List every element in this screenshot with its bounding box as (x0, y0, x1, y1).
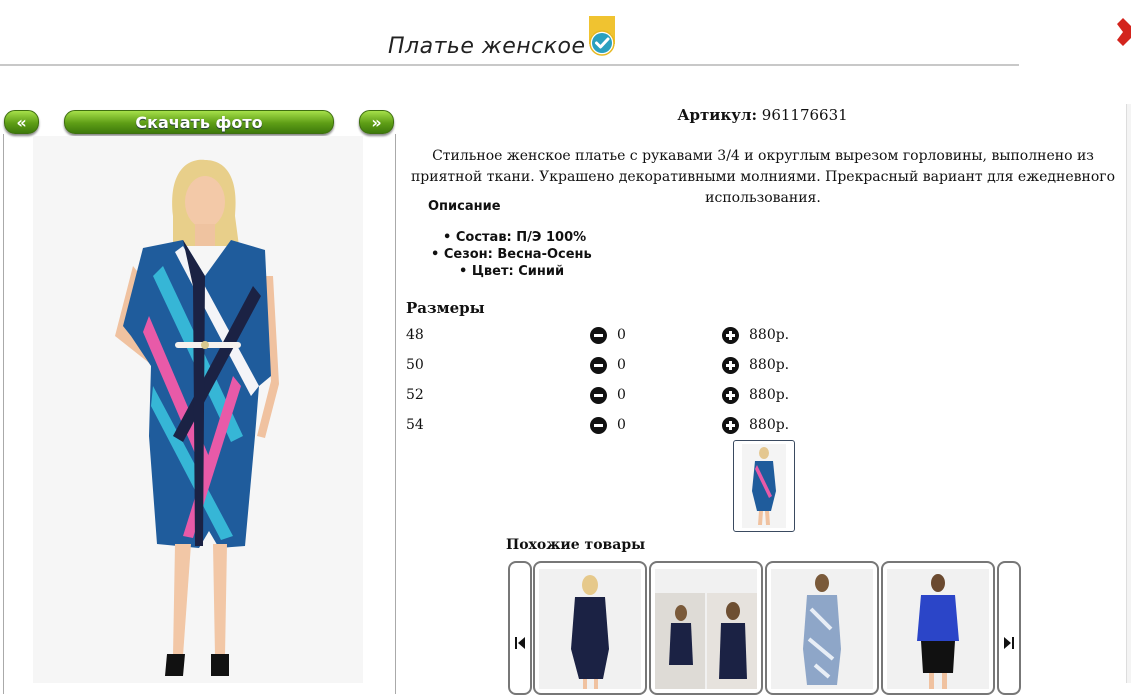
size-row: 54 0 880р. (406, 415, 826, 435)
skip-forward-icon (1004, 637, 1014, 649)
download-photo-button[interactable]: Скачать фото (64, 110, 334, 134)
price-value: 880р. (749, 387, 790, 403)
minus-icon[interactable] (590, 327, 607, 344)
page-title: Платье женское (388, 34, 586, 59)
product-description: Стильное женское платье с рукавами 3/4 и… (410, 148, 1116, 206)
property-season: Сезон: Весна-Осень (443, 247, 592, 262)
sizes-heading: Размеры (406, 299, 485, 317)
plus-icon[interactable] (722, 417, 739, 434)
similar-product-card[interactable] (765, 561, 879, 695)
plus-icon[interactable] (722, 327, 739, 344)
sku-label: Артикул: (677, 106, 757, 124)
quantity-value: 0 (617, 417, 626, 433)
property-color: Цвет: Синий (471, 264, 565, 279)
plus-icon[interactable] (722, 357, 739, 374)
size-row: 48 0 880р. (406, 325, 826, 345)
size-row: 52 0 880р. (406, 385, 826, 405)
similar-product-card[interactable] (649, 561, 763, 695)
similar-products-heading: Похожие товары (506, 537, 646, 553)
property-item: • Цвет: Синий (459, 264, 564, 279)
carousel-next-button[interactable] (997, 561, 1021, 695)
description-heading: Описание (428, 199, 501, 214)
quantity-value: 0 (617, 327, 626, 343)
close-icon[interactable] (1117, 16, 1131, 46)
sku-line: Артикул: 961176631 (406, 106, 1119, 124)
scrollbar[interactable] (1126, 104, 1131, 683)
property-item: • Состав: П/Э 100% (443, 230, 586, 245)
quantity-value: 0 (617, 387, 626, 403)
header-divider (0, 64, 1019, 66)
price-value: 880р. (749, 327, 790, 343)
plus-icon[interactable] (722, 387, 739, 404)
quantity-value: 0 (617, 357, 626, 373)
similar-product-card[interactable] (881, 561, 995, 695)
bullet: • (459, 264, 468, 279)
prev-photo-button[interactable]: « (4, 110, 39, 134)
skip-back-icon (515, 637, 525, 649)
similar-product-image (539, 569, 641, 689)
price-value: 880р. (749, 357, 790, 373)
size-row: 50 0 880р. (406, 355, 826, 375)
carousel-prev-button[interactable] (508, 561, 532, 695)
price-value: 880р. (749, 417, 790, 433)
next-photo-button[interactable]: » (359, 110, 394, 134)
similar-product-image (655, 569, 757, 689)
property-item: • Сезон: Весна-Осень (431, 247, 592, 262)
size-label: 52 (406, 387, 424, 403)
minus-icon[interactable] (590, 417, 607, 434)
size-label: 48 (406, 327, 424, 343)
size-label: 50 (406, 357, 424, 373)
bullet: • (431, 247, 440, 262)
photo-thumbnail[interactable] (733, 440, 795, 532)
similar-product-card[interactable] (533, 561, 647, 695)
bullet: • (443, 230, 452, 245)
similar-product-image (887, 569, 989, 689)
size-label: 54 (406, 417, 424, 433)
sku-value: 961176631 (761, 106, 848, 124)
minus-icon[interactable] (590, 357, 607, 374)
property-composition: Состав: П/Э 100% (455, 230, 587, 245)
verified-check-icon (589, 16, 615, 56)
product-photo[interactable] (33, 136, 363, 683)
minus-icon[interactable] (590, 387, 607, 404)
similar-product-image (771, 569, 873, 689)
